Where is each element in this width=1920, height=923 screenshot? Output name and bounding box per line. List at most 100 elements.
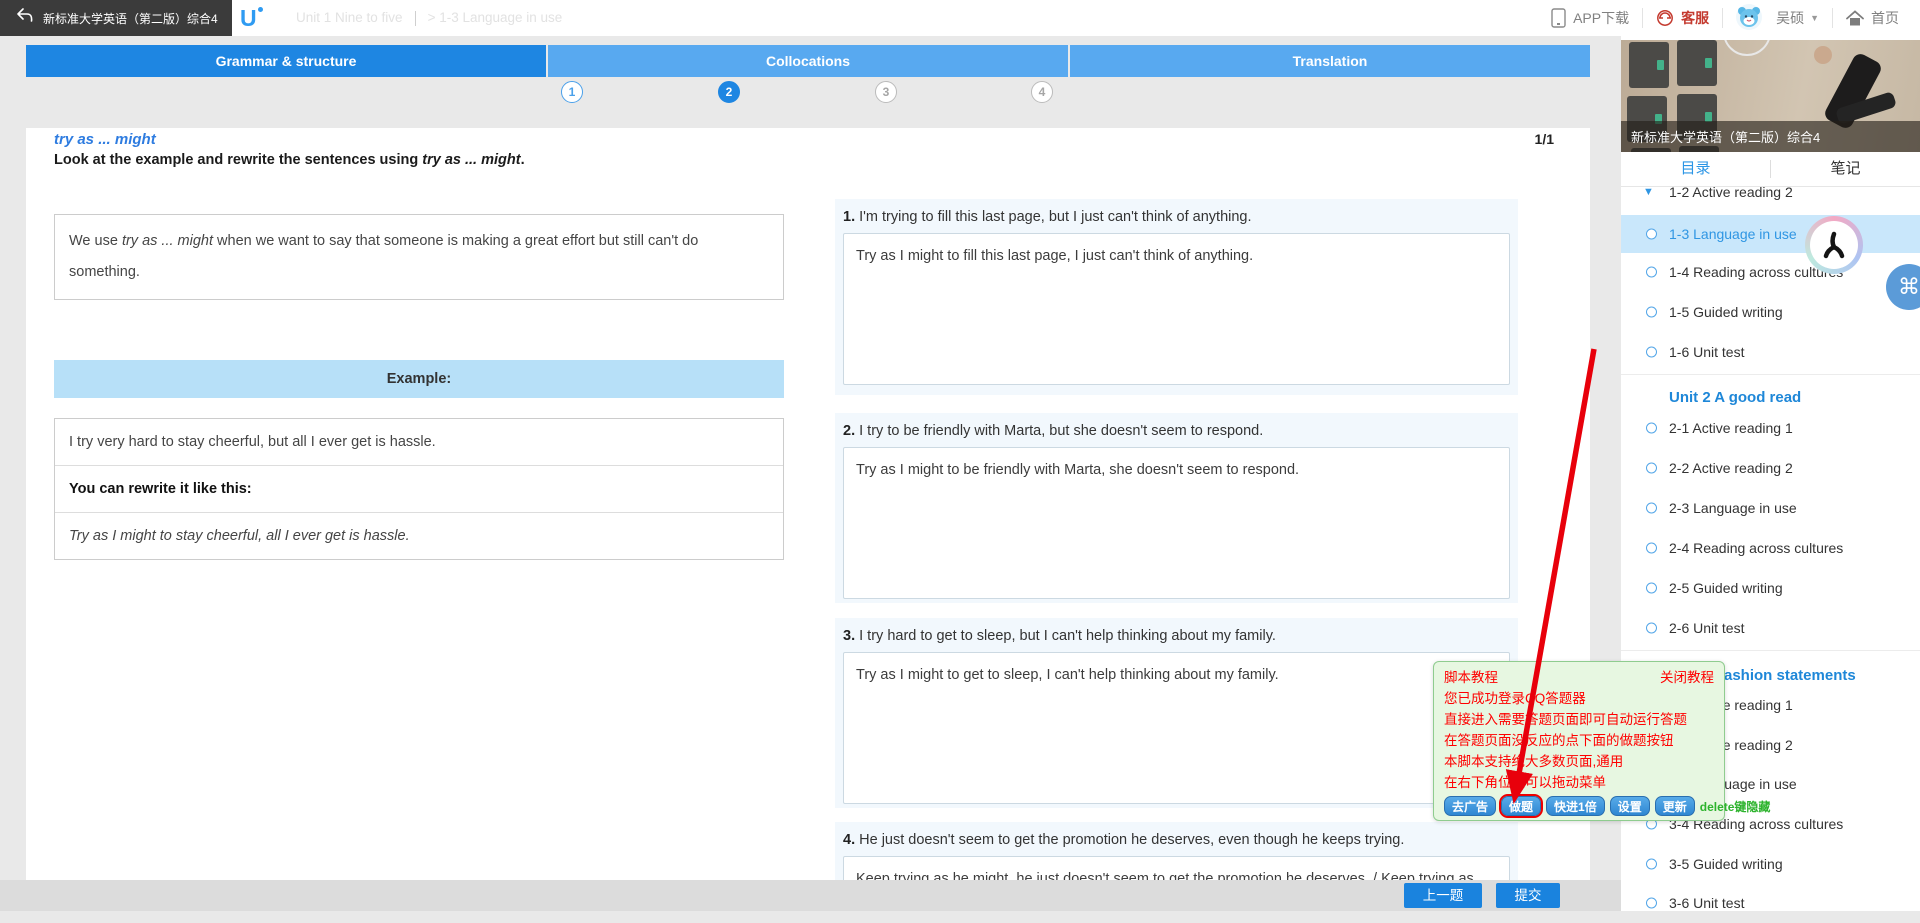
command-glyph-icon: ⌘ bbox=[1898, 274, 1920, 300]
header-course-title: 新标准大学英语（第二版）综合4 bbox=[43, 10, 218, 27]
back-icon[interactable] bbox=[16, 8, 33, 28]
step-4[interactable]: 4 bbox=[1031, 81, 1053, 103]
popup-line: 您已成功登录CQ答题器 bbox=[1444, 688, 1714, 709]
divider bbox=[1621, 650, 1920, 651]
play-button-partial bbox=[1723, 40, 1771, 56]
breadcrumb: Unit 1 Nine to five > 1-3 Language in use bbox=[296, 0, 562, 36]
sidebar-item-3-6[interactable]: 3-6 Unit test bbox=[1621, 883, 1920, 923]
example-rewritten: Try as I might to stay cheerful, all I e… bbox=[55, 512, 783, 559]
bullet-circle-icon bbox=[1646, 307, 1657, 318]
customer-service-item[interactable]: 客服 bbox=[1642, 8, 1722, 28]
popup-buttons-row: 去广告 做题 快进1倍 设置 更新 delete键隐藏 bbox=[1444, 796, 1714, 816]
tab-translation[interactable]: Translation bbox=[1070, 45, 1590, 77]
course-cover-image: 新标准大学英语（第二版）综合4 bbox=[1621, 40, 1920, 152]
page-indicator: 1/1 bbox=[1535, 131, 1554, 147]
avatar bbox=[1736, 4, 1769, 33]
bullet-circle-icon bbox=[1646, 463, 1657, 474]
unipus-logo[interactable]: U bbox=[240, 4, 257, 32]
bullet-circle-icon bbox=[1646, 347, 1657, 358]
breadcrumb-divider bbox=[415, 11, 416, 26]
phone-icon bbox=[1551, 8, 1566, 28]
sidebar-item-2-6[interactable]: 2-6 Unit test bbox=[1621, 608, 1920, 648]
bullet-circle-icon bbox=[1646, 543, 1657, 554]
bullet-circle-icon bbox=[1646, 859, 1657, 870]
sidebar-item-1-6[interactable]: 1-6 Unit test bbox=[1621, 332, 1920, 372]
app-download-item[interactable]: APP下载 bbox=[1538, 8, 1642, 28]
user-menu-item[interactable]: 吴硕 ▼ bbox=[1722, 8, 1832, 28]
answer-script-popup: 脚本教程 关闭教程 您已成功登录CQ答题器 直接进入需要答题页面即可自动运行答题… bbox=[1433, 661, 1725, 821]
bullet-circle-icon bbox=[1646, 503, 1657, 514]
bottom-action-bar: 上一题 提交 bbox=[0, 880, 1621, 911]
bullet-circle-icon bbox=[1646, 267, 1657, 278]
header-menu: APP下载 客服 吴硕 ▼ 首页 bbox=[1538, 0, 1912, 36]
example-rewrite-label: You can rewrite it like this: bbox=[55, 465, 783, 512]
sidebar-item-2-1[interactable]: 2-1 Active reading 1 bbox=[1621, 408, 1920, 448]
top-bar: 新标准大学英语（第二版）综合4 U Unit 1 Nine to five > 1… bbox=[0, 0, 1920, 36]
update-button[interactable]: 更新 bbox=[1655, 796, 1695, 816]
chevron-down-icon: ▼ bbox=[1810, 13, 1819, 23]
tab-collocations[interactable]: Collocations bbox=[548, 45, 1068, 77]
question-block-1: 1. I'm trying to fill this last page, bu… bbox=[835, 199, 1518, 395]
home-icon bbox=[1846, 10, 1864, 27]
sidebar-course-title: 新标准大学英语（第二版）综合4 bbox=[1621, 121, 1920, 152]
question-prompt: 3. I try hard to get to sleep, but I can… bbox=[843, 628, 1510, 644]
delete-key-hint: delete键隐藏 bbox=[1700, 798, 1771, 815]
bullet-circle-icon bbox=[1646, 583, 1657, 594]
extension-logo-icon bbox=[1810, 221, 1858, 269]
sidebar-item-2-5[interactable]: 2-5 Guided writing bbox=[1621, 568, 1920, 608]
breadcrumb-unit: Unit 1 Nine to five bbox=[296, 10, 403, 25]
close-tutorial-link[interactable]: 关闭教程 bbox=[1660, 667, 1714, 688]
submit-button[interactable]: 提交 bbox=[1496, 883, 1560, 908]
sidebar-item-2-3[interactable]: 2-3 Language in use bbox=[1621, 488, 1920, 528]
example-sentence: I try very hard to stay cheerful, but al… bbox=[55, 419, 783, 465]
question-prompt: 2. I try to be friendly with Marta, but … bbox=[843, 423, 1510, 439]
bullet-circle-icon bbox=[1646, 898, 1657, 909]
settings-button[interactable]: 设置 bbox=[1610, 796, 1650, 816]
bullet-circle-icon bbox=[1646, 229, 1657, 240]
sidebar-item-1-4[interactable]: 1-4 Reading across cultures bbox=[1621, 252, 1920, 292]
question-block-2: 2. I try to be friendly with Marta, but … bbox=[835, 413, 1518, 603]
back-course-area[interactable]: 新标准大学英语（第二版）综合4 bbox=[0, 0, 232, 36]
home-menu-item[interactable]: 首页 bbox=[1832, 8, 1912, 28]
do-questions-button[interactable]: 做题 bbox=[1501, 796, 1541, 816]
question-prompt: 4. He just doesn't seem to get the promo… bbox=[843, 832, 1510, 848]
popup-line: 直接进入需要答题页面即可自动运行答题 bbox=[1444, 709, 1714, 730]
answer-textarea-3[interactable]: Try as I might to get to sleep, I can't … bbox=[843, 652, 1510, 804]
step-1[interactable]: 1 bbox=[561, 81, 583, 103]
previous-question-button[interactable]: 上一题 bbox=[1404, 883, 1482, 908]
exercise-card: try as ... might 1/1 Look at the example… bbox=[26, 128, 1590, 911]
remove-ads-button[interactable]: 去广告 bbox=[1444, 796, 1496, 816]
step-3[interactable]: 3 bbox=[875, 81, 897, 103]
question-prompt: 1. I'm trying to fill this last page, bu… bbox=[843, 209, 1510, 225]
sidebar-item-1-5[interactable]: 1-5 Guided writing bbox=[1621, 292, 1920, 332]
headset-icon bbox=[1656, 9, 1674, 27]
tab-notes[interactable]: 笔记 bbox=[1771, 152, 1920, 186]
tab-grammar-structure[interactable]: Grammar & structure bbox=[26, 45, 546, 77]
tab-toc[interactable]: 目录 bbox=[1621, 152, 1770, 186]
sidebar-tabs: 目录 笔记 bbox=[1621, 152, 1920, 187]
sidebar-item-2-2[interactable]: 2-2 Active reading 2 bbox=[1621, 448, 1920, 488]
speed-up-button[interactable]: 快进1倍 bbox=[1546, 796, 1605, 816]
logo-dot bbox=[258, 7, 263, 12]
breadcrumb-section: > 1-3 Language in use bbox=[428, 10, 563, 25]
answer-textarea-2[interactable]: Try as I might to be friendly with Marta… bbox=[843, 447, 1510, 599]
popup-line: 在答题页面没反应的点下面的做题按钮 bbox=[1444, 730, 1714, 751]
sidebar-item-1-3-active[interactable]: 1-3 Language in use bbox=[1621, 215, 1920, 253]
sidebar-item-2-4[interactable]: 2-4 Reading across cultures bbox=[1621, 528, 1920, 568]
grammar-intro-box: We use try as ... might when we want to … bbox=[54, 214, 784, 300]
bullet-circle-icon bbox=[1646, 423, 1657, 434]
popup-line: 在右下角位置可以拖动菜单 bbox=[1444, 772, 1714, 793]
step-2-current[interactable]: 2 bbox=[718, 81, 740, 103]
divider bbox=[1621, 374, 1920, 375]
bullet-circle-icon bbox=[1646, 623, 1657, 634]
question-block-3: 3. I try hard to get to sleep, but I can… bbox=[835, 618, 1518, 808]
exercise-title: try as ... might bbox=[54, 131, 156, 148]
answer-textarea-1[interactable]: Try as I might to fill this last page, I… bbox=[843, 233, 1510, 385]
sidebar-item-3-5[interactable]: 3-5 Guided writing bbox=[1621, 844, 1920, 884]
popup-line: 本脚本支持绝大多数页面,通用 bbox=[1444, 751, 1714, 772]
example-header: Example: bbox=[54, 360, 784, 398]
extension-float-icon[interactable] bbox=[1805, 216, 1863, 274]
exercise-instruction: Look at the example and rewrite the sent… bbox=[54, 152, 525, 168]
popup-title: 脚本教程 bbox=[1444, 667, 1498, 688]
example-table: I try very hard to stay cheerful, but al… bbox=[54, 418, 784, 560]
